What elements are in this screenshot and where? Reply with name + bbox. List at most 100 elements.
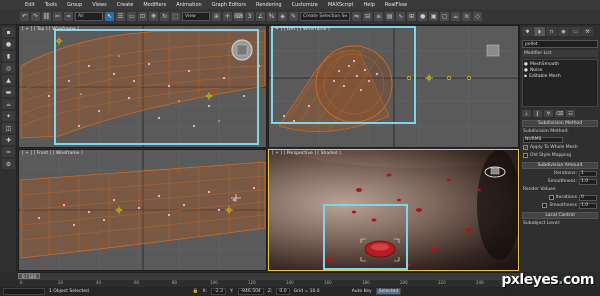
layer-manager-icon[interactable]: ≡	[374, 12, 384, 21]
create-spacewarp-icon[interactable]: ≈	[2, 147, 15, 157]
mirror-icon[interactable]: ⇋	[352, 12, 362, 21]
pivot-icon[interactable]: ⊕	[212, 12, 221, 21]
create-camera-icon[interactable]: ◫	[2, 123, 15, 133]
expand-icon[interactable]: ▪	[524, 74, 527, 79]
make-unique-icon[interactable]: ∀	[544, 110, 553, 117]
auto-key-button[interactable]: Auto Key	[352, 289, 372, 294]
rollout-local-control[interactable]: Local Control	[522, 212, 598, 219]
window-crossing-icon[interactable]: ⊡	[138, 12, 147, 21]
display-tab-icon[interactable]: ▭	[570, 27, 581, 36]
viewport-top[interactable]: [ + ] [ Top ] [ Wireframe ]	[18, 25, 267, 148]
menu-item-create[interactable]: Create	[112, 2, 139, 8]
configure-sets-icon[interactable]: ☷	[566, 110, 575, 117]
remove-modifier-icon[interactable]: ⌫	[555, 110, 564, 117]
menu-item-tools[interactable]: Tools	[40, 2, 62, 8]
lightbulb-icon[interactable]: ●	[524, 62, 528, 67]
time-slider-thumb[interactable]: 0 / 100	[18, 273, 40, 279]
stack-item-editable-mesh[interactable]: ▪ Editable Mesh	[524, 73, 596, 79]
create-tab-icon[interactable]: ✱	[522, 27, 533, 36]
menu-item-views[interactable]: Views	[87, 2, 111, 8]
rotate-icon[interactable]: ↻	[160, 12, 169, 21]
x-coordinate-field[interactable]: -2.3	[211, 288, 226, 295]
viewport-label-perspective[interactable]: [ + ] [ Perspective ] [ Shaded ]	[272, 151, 341, 156]
render-production-icon[interactable]: ☕	[451, 12, 461, 21]
y-coordinate-field[interactable]: -946.504	[237, 288, 264, 295]
menu-item-graph-editors[interactable]: Graph Editors	[207, 2, 251, 8]
maxscript-listener-field[interactable]	[3, 288, 45, 295]
percent-snap-icon[interactable]: %	[267, 12, 276, 21]
menu-item-edit[interactable]: Edit	[20, 2, 40, 8]
rendered-frame-icon[interactable]: ▢	[440, 12, 450, 21]
reference-coord-dropdown[interactable]: View	[182, 12, 210, 21]
bind-space-warp-icon[interactable]: ≈	[64, 12, 73, 21]
create-cone-icon[interactable]: ▲	[2, 75, 15, 85]
viewport-front[interactable]: [ + ] [ Front ] [ Wireframe ]	[18, 149, 267, 271]
viewport-label-left[interactable]: [ + ] [ Left ] [ Wireframe ]	[272, 27, 330, 32]
lock-selection-icon[interactable]: 🔒	[193, 289, 199, 294]
create-plane-icon[interactable]: ▬	[2, 87, 15, 97]
utilities-tab-icon[interactable]: ⚒	[582, 27, 593, 36]
named-selection-dropdown[interactable]: Create Selection Se	[300, 12, 351, 21]
object-name-field[interactable]: pellet	[522, 40, 598, 48]
edit-named-selection-icon[interactable]: ✎	[289, 12, 298, 21]
viewport-label-front[interactable]: [ + ] [ Front ] [ Wireframe ]	[22, 151, 83, 156]
pin-stack-icon[interactable]: ⊥	[522, 110, 531, 117]
subdivision-method-dropdown[interactable]: NURMS	[523, 136, 563, 143]
material-editor-icon[interactable]: ●	[418, 12, 428, 21]
redo-icon[interactable]: ↷	[31, 12, 40, 21]
select-by-name-icon[interactable]: ☰	[116, 12, 125, 21]
smoothness-spinner[interactable]: 1.0	[579, 178, 597, 185]
angle-snap-icon[interactable]: ∠	[256, 12, 265, 21]
menu-item-group[interactable]: Group	[62, 2, 87, 8]
schematic-view-icon[interactable]: ⊞	[407, 12, 417, 21]
viewport-label-top[interactable]: [ + ] [ Top ] [ Wireframe ]	[22, 27, 79, 32]
key-filter-selected-dropdown[interactable]: Selected	[375, 288, 402, 295]
select-object-icon[interactable]: ↖	[105, 12, 114, 21]
align-icon[interactable]: ⊟	[363, 12, 373, 21]
modifier-list-dropdown[interactable]: Modifier List	[522, 50, 598, 57]
create-light-icon[interactable]: ✦	[2, 111, 15, 121]
z-coordinate-field[interactable]: 0.0	[276, 288, 290, 295]
render-iterations-checkbox[interactable]	[548, 195, 554, 200]
motion-tab-icon[interactable]: ◉	[558, 27, 569, 36]
lightbulb-icon[interactable]: ●	[524, 68, 528, 73]
move-icon[interactable]: ✥	[149, 12, 158, 21]
viewport-left[interactable]: [ + ] [ Left ] [ Wireframe ]	[268, 25, 519, 148]
spinner-snap-icon[interactable]: ◈	[278, 12, 287, 21]
rollout-subdivision-method[interactable]: Subdivision Method	[522, 120, 598, 127]
render-setup-icon[interactable]: ▣	[429, 12, 439, 21]
create-sphere-icon[interactable]: ●	[2, 39, 15, 49]
manipulate-icon[interactable]: ✛	[223, 12, 232, 21]
menu-item-animation[interactable]: Animation	[171, 2, 207, 8]
realflow-icon[interactable]: ≋	[462, 12, 472, 21]
track-bar-ruler[interactable]: 0 20 40 60 80 100 120 140 160 180 200 220 240	[18, 280, 519, 287]
create-cylinder-icon[interactable]: ▮	[2, 51, 15, 61]
menu-item-realflow[interactable]: RealFlow	[380, 2, 412, 8]
show-end-result-icon[interactable]: ∥	[533, 110, 542, 117]
rect-selection-icon[interactable]: ▭	[127, 12, 136, 21]
render-iterations-spinner[interactable]: 0	[579, 194, 597, 201]
iterations-spinner[interactable]: 1	[579, 170, 597, 177]
apply-whole-mesh-checkbox[interactable]: ✓	[523, 145, 528, 150]
keyboard-shortcut-icon[interactable]: ⌨	[234, 12, 243, 21]
hierarchy-tab-icon[interactable]: ⊓	[546, 27, 557, 36]
snap-icon[interactable]: 3	[245, 12, 254, 21]
create-helper-icon[interactable]: ✚	[2, 135, 15, 145]
create-teapot-icon[interactable]: ☕	[2, 99, 15, 109]
modify-tab-icon[interactable]: ◗	[534, 27, 545, 36]
scale-icon[interactable]: ⬚	[171, 12, 180, 21]
menu-item-maxscript[interactable]: MAXScript	[323, 2, 359, 8]
render-smoothness-spinner[interactable]: 1.0	[579, 202, 597, 209]
viewport-perspective[interactable]: [ + ] [ Perspective ] [ Shaded ]	[268, 149, 519, 271]
graphite-icon[interactable]: ▤	[385, 12, 395, 21]
old-style-mapping-checkbox[interactable]	[523, 153, 528, 158]
menu-item-help[interactable]: Help	[359, 2, 380, 8]
curve-editor-icon[interactable]: ∿	[396, 12, 406, 21]
extra-tool-icon[interactable]: ◇	[473, 12, 483, 21]
selection-filter-dropdown[interactable]: All	[75, 12, 103, 21]
menu-item-rendering[interactable]: Rendering	[251, 2, 287, 8]
menu-item-modifiers[interactable]: Modifiers	[138, 2, 171, 8]
menu-item-customize[interactable]: Customize	[287, 2, 323, 8]
link-icon[interactable]: ⛓	[42, 12, 51, 21]
create-box-icon[interactable]: ▪	[2, 27, 15, 37]
